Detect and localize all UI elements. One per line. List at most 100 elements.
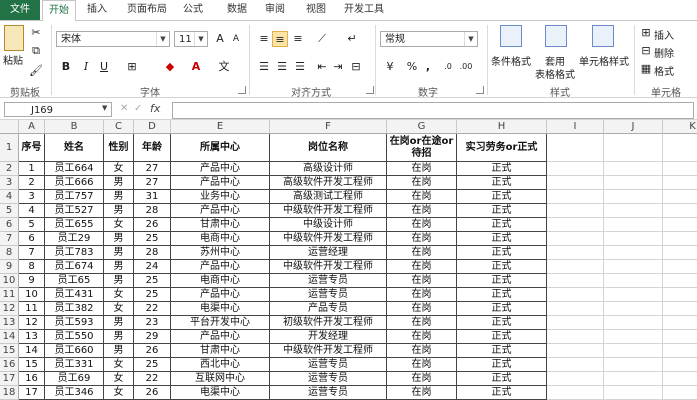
empty-cell[interactable] — [547, 302, 604, 316]
empty-cell[interactable] — [663, 176, 697, 190]
table-cell[interactable]: 员工664 — [45, 162, 104, 176]
table-cell[interactable]: 男 — [104, 190, 134, 204]
table-cell[interactable]: 运营专员 — [270, 372, 387, 386]
row-header-3[interactable]: 3 — [0, 176, 19, 190]
table-cell[interactable]: 在岗 — [387, 246, 457, 260]
decrease-indent-icon[interactable]: ⇤ — [314, 59, 330, 75]
table-cell[interactable]: 员工660 — [45, 344, 104, 358]
empty-cell[interactable] — [604, 344, 663, 358]
delete-cells-button[interactable]: 删除 — [654, 45, 674, 60]
font-color-icon[interactable]: A — [188, 59, 204, 75]
table-cell[interactable]: 正式 — [457, 190, 547, 204]
table-cell[interactable]: 正式 — [457, 330, 547, 344]
table-cell[interactable]: 在岗 — [387, 316, 457, 330]
merge-center-icon[interactable]: ⊟ — [348, 59, 364, 75]
align-center-icon[interactable]: ☰ — [274, 59, 290, 75]
empty-cell[interactable] — [547, 204, 604, 218]
percent-button[interactable]: % — [404, 59, 420, 75]
table-cell[interactable]: 女 — [104, 358, 134, 372]
italic-button[interactable]: I — [78, 59, 94, 75]
table-cell[interactable]: 员工29 — [45, 232, 104, 246]
table-cell[interactable]: 27 — [134, 176, 171, 190]
table-cell[interactable]: 1 — [19, 162, 45, 176]
worksheet-grid[interactable]: ABCDEFGHIJK12345678910111213141516171819… — [0, 120, 697, 400]
empty-cell[interactable] — [547, 372, 604, 386]
table-cell[interactable]: 初级软件开发工程师 — [270, 316, 387, 330]
font-dialog-launcher-icon[interactable] — [238, 86, 246, 94]
row-header-11[interactable]: 11 — [0, 288, 19, 302]
table-cell[interactable]: 在岗 — [387, 190, 457, 204]
table-cell[interactable]: 男 — [104, 274, 134, 288]
row-header-15[interactable]: 15 — [0, 344, 19, 358]
table-cell[interactable]: 在岗 — [387, 386, 457, 400]
table-cell[interactable]: 互联网中心 — [171, 372, 270, 386]
tab-4[interactable]: 公式 — [176, 0, 210, 20]
table-cell[interactable]: 男 — [104, 176, 134, 190]
empty-cell[interactable] — [604, 288, 663, 302]
table-cell[interactable]: 16 — [19, 372, 45, 386]
table-cell[interactable]: 25 — [134, 232, 171, 246]
table-cell[interactable]: 5 — [19, 218, 45, 232]
comma-button[interactable]: , — [420, 59, 436, 75]
tab-3[interactable]: 页面布局 — [122, 0, 172, 20]
empty-cell[interactable] — [547, 358, 604, 372]
table-cell[interactable]: 员工550 — [45, 330, 104, 344]
empty-cell[interactable] — [663, 302, 697, 316]
table-cell[interactable]: 女 — [104, 372, 134, 386]
table-cell[interactable]: 正式 — [457, 260, 547, 274]
table-cell[interactable]: 男 — [104, 204, 134, 218]
cell-styles-icon[interactable] — [592, 25, 614, 47]
table-cell[interactable]: 员工757 — [45, 190, 104, 204]
table-cell[interactable]: 3 — [19, 190, 45, 204]
column-header-B[interactable]: B — [45, 120, 104, 134]
table-cell[interactable]: 正式 — [457, 246, 547, 260]
table-cell[interactable]: 员工783 — [45, 246, 104, 260]
table-cell[interactable]: 在岗 — [387, 274, 457, 288]
table-cell[interactable]: 男 — [104, 344, 134, 358]
table-cell[interactable]: 高级测试工程师 — [270, 190, 387, 204]
table-cell[interactable]: 中级软件开发工程师 — [270, 344, 387, 358]
empty-cell[interactable] — [604, 218, 663, 232]
increase-decimal-icon[interactable]: .0 — [440, 59, 456, 75]
empty-cell[interactable] — [663, 344, 697, 358]
table-cell[interactable]: 15 — [19, 358, 45, 372]
table-cell[interactable]: 在岗 — [387, 204, 457, 218]
empty-cell[interactable] — [604, 302, 663, 316]
empty-cell[interactable] — [604, 204, 663, 218]
table-cell[interactable]: 员工65 — [45, 274, 104, 288]
format-as-table-icon[interactable] — [545, 25, 567, 47]
currency-button[interactable]: ¥ — [382, 59, 398, 75]
empty-cell[interactable] — [663, 232, 697, 246]
table-cell[interactable]: 正式 — [457, 274, 547, 288]
empty-cell[interactable] — [604, 330, 663, 344]
table-cell[interactable]: 运营专员 — [270, 386, 387, 400]
table-cell[interactable]: 在岗 — [387, 330, 457, 344]
empty-cell[interactable] — [547, 176, 604, 190]
column-header-A[interactable]: A — [19, 120, 45, 134]
table-cell[interactable]: 26 — [134, 386, 171, 400]
empty-cell[interactable] — [547, 232, 604, 246]
table-cell[interactable]: 男 — [104, 232, 134, 246]
align-middle-icon[interactable]: ≡ — [272, 31, 288, 47]
table-cell[interactable]: 在岗 — [387, 288, 457, 302]
column-header-G[interactable]: G — [387, 120, 457, 134]
table-cell[interactable]: 22 — [134, 372, 171, 386]
table-cell[interactable]: 产品专员 — [270, 302, 387, 316]
table-cell[interactable]: 女 — [104, 386, 134, 400]
empty-cell[interactable] — [604, 162, 663, 176]
table-cell[interactable]: 员工593 — [45, 316, 104, 330]
table-cell[interactable]: 中级软件开发工程师 — [270, 204, 387, 218]
table-cell[interactable]: 26 — [134, 344, 171, 358]
font-name-select[interactable]: 宋体 ▼ — [56, 31, 170, 47]
font-size-select[interactable]: 11 ▼ — [174, 31, 208, 47]
table-cell[interactable]: 电渠中心 — [171, 386, 270, 400]
row-header-6[interactable]: 6 — [0, 218, 19, 232]
cancel-icon[interactable]: ✕ — [120, 103, 128, 114]
empty-cell[interactable] — [604, 260, 663, 274]
table-cell[interactable]: 26 — [134, 218, 171, 232]
empty-cell[interactable] — [604, 232, 663, 246]
column-header-E[interactable]: E — [171, 120, 270, 134]
table-cell[interactable]: 11 — [19, 302, 45, 316]
table-cell[interactable]: 在岗 — [387, 372, 457, 386]
empty-cell[interactable] — [604, 386, 663, 400]
